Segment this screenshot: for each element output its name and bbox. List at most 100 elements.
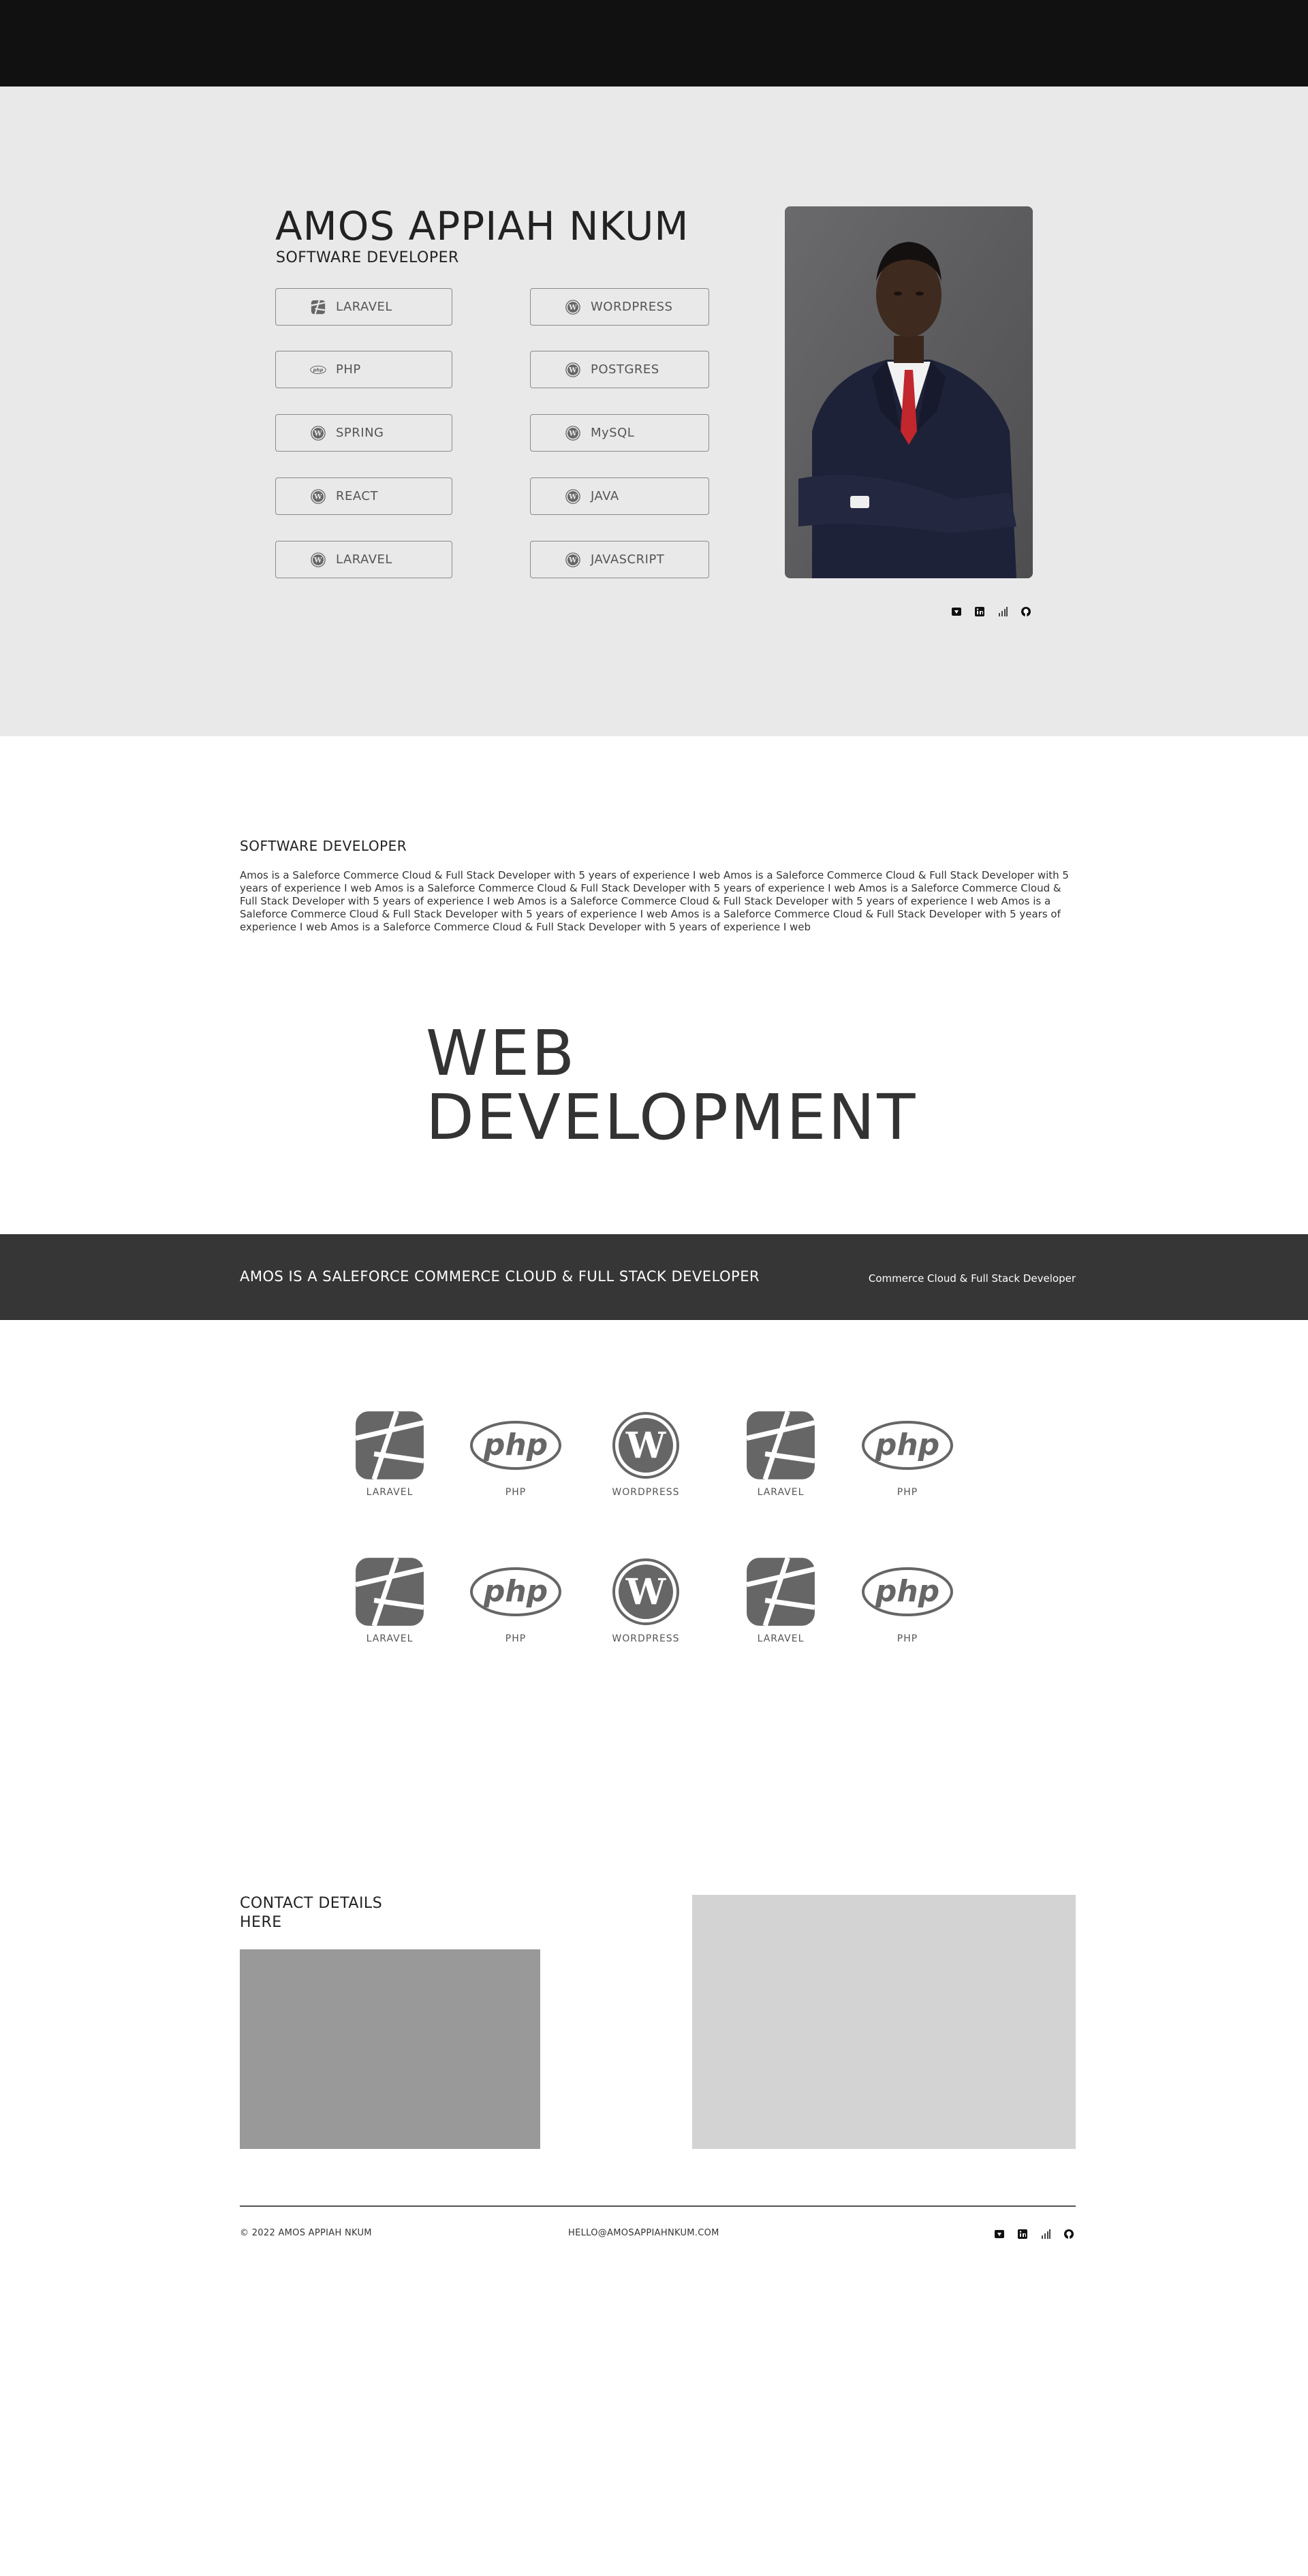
hero-social-links [950, 605, 1033, 618]
tech-label: LARAVEL [757, 1633, 805, 1644]
svg-text:php: php [483, 1428, 548, 1462]
footer-copyright: © 2022 AMOS APPIAH NKUM [240, 2228, 372, 2238]
skill-button-mysql[interactable]: W MySQL [530, 414, 709, 452]
banner-tagline: AMOS IS A SALEFORCE COMMERCE CLOUD & FUL… [240, 1268, 760, 1285]
tech-item-wordpress: W WORDPRESS [591, 1408, 700, 1498]
svg-text:W: W [568, 556, 577, 564]
skill-label: REACT [336, 489, 378, 503]
svg-text:php: php [483, 1574, 548, 1609]
laravel-icon [310, 299, 326, 315]
skill-button-laravel[interactable]: LARAVEL [275, 288, 452, 326]
wordpress-icon: W [565, 425, 581, 441]
tech-item-laravel-3: LARAVEL [335, 1554, 444, 1644]
skill-button-laravel-2[interactable]: W LARAVEL [275, 541, 452, 578]
tech-item-laravel-4: LARAVEL [726, 1554, 835, 1644]
services-heading: WEB DEVELOPMENT [426, 1022, 917, 1150]
linkedin-icon[interactable] [1016, 2227, 1029, 2241]
wordpress-icon: W [565, 488, 581, 505]
tech-label: PHP [505, 1487, 527, 1498]
services-heading-line1: WEB [426, 1017, 577, 1090]
php-icon: php [861, 1554, 954, 1629]
wordpress-icon: W [310, 552, 326, 568]
wordpress-icon: W [310, 488, 326, 505]
profile-photo [785, 206, 1033, 578]
tech-label: WORDPRESS [612, 1487, 680, 1498]
svg-text:W: W [313, 492, 322, 501]
skill-button-php[interactable]: php PHP [275, 351, 452, 388]
skill-label: POSTGRES [591, 362, 659, 377]
tech-label: LARAVEL [757, 1487, 805, 1498]
php-icon: php [469, 1554, 562, 1629]
skill-label: SPRING [336, 426, 384, 440]
footer-social-links [993, 2227, 1076, 2241]
laravel-icon [745, 1554, 816, 1629]
skill-button-wordpress[interactable]: W WORDPRESS [530, 288, 709, 326]
skill-button-java[interactable]: W JAVA [530, 477, 709, 515]
tech-label: LARAVEL [366, 1633, 414, 1644]
svg-text:W: W [568, 366, 577, 374]
skill-button-postgres[interactable]: W POSTGRES [530, 351, 709, 388]
wordpress-icon: W [565, 299, 581, 315]
bitbucket-icon[interactable] [950, 605, 963, 618]
skill-label: JAVA [591, 489, 619, 503]
footer-divider [240, 2205, 1076, 2207]
bitbucket-icon[interactable] [993, 2227, 1006, 2241]
svg-text:W: W [568, 303, 577, 311]
tech-item-php: php PHP [461, 1408, 570, 1498]
tech-item-php-3: php PHP [461, 1554, 570, 1644]
svg-text:php: php [313, 367, 324, 373]
svg-text:php: php [875, 1574, 939, 1609]
skill-button-spring[interactable]: W SPRING [275, 414, 452, 452]
top-navigation-bar [0, 0, 1308, 87]
hero-section [0, 87, 1308, 736]
bar-chart-icon[interactable] [996, 605, 1010, 618]
footer-email-link[interactable]: HELLO@AMOSAPPIAHNKUM.COM [568, 2228, 719, 2238]
php-icon: php [310, 362, 326, 378]
laravel-icon [354, 1408, 425, 1483]
github-icon[interactable] [1019, 605, 1033, 618]
skill-label: LARAVEL [336, 300, 392, 314]
tech-label: PHP [505, 1633, 527, 1644]
skill-label: JAVASCRIPT [591, 552, 665, 567]
contact-details-placeholder [240, 1949, 540, 2149]
skill-button-react[interactable]: W REACT [275, 477, 452, 515]
wordpress-icon: W [612, 1554, 680, 1629]
tech-item-laravel: LARAVEL [335, 1408, 444, 1498]
bar-chart-icon[interactable] [1039, 2227, 1053, 2241]
wordpress-icon: W [612, 1408, 680, 1483]
php-icon: php [469, 1408, 562, 1483]
wordpress-icon: W [565, 362, 581, 378]
github-icon[interactable] [1062, 2227, 1076, 2241]
tech-label: LARAVEL [366, 1487, 414, 1498]
php-icon: php [861, 1408, 954, 1483]
banner-subtitle: Commerce Cloud & Full Stack Developer [868, 1272, 1076, 1285]
laravel-icon [745, 1408, 816, 1483]
tech-item-php-4: php PHP [853, 1554, 962, 1644]
hero-name: AMOS APPIAH NKUM [275, 203, 689, 249]
tech-item-wordpress-2: W WORDPRESS [591, 1554, 700, 1644]
tech-label: WORDPRESS [612, 1633, 680, 1644]
tech-item-php-2: php PHP [853, 1408, 962, 1498]
svg-text:W: W [568, 492, 577, 501]
services-heading-line2: DEVELOPMENT [426, 1081, 918, 1154]
tech-item-laravel-2: LARAVEL [726, 1408, 835, 1498]
skill-label: LARAVEL [336, 552, 392, 567]
skill-label: PHP [336, 362, 361, 377]
svg-text:W: W [568, 429, 577, 437]
skill-button-javascript[interactable]: W JAVASCRIPT [530, 541, 709, 578]
wordpress-icon: W [310, 425, 326, 441]
hero-role: SOFTWARE DEVELOPER [276, 249, 459, 266]
skill-label: MySQL [591, 426, 635, 440]
svg-text:W: W [313, 556, 322, 564]
contact-title: CONTACT DETAILS HERE [240, 1895, 383, 1931]
laravel-icon [354, 1554, 425, 1629]
linkedin-icon[interactable] [973, 605, 986, 618]
about-text: Amos is a Saleforce Commerce Cloud & Ful… [240, 869, 1069, 933]
svg-text:W: W [625, 1571, 667, 1613]
skill-label: WORDPRESS [591, 300, 673, 314]
tech-label: PHP [897, 1633, 918, 1644]
svg-text:W: W [625, 1425, 667, 1466]
svg-text:W: W [313, 429, 322, 437]
about-title: SOFTWARE DEVELOPER [240, 838, 407, 854]
map-placeholder [692, 1895, 1076, 2149]
